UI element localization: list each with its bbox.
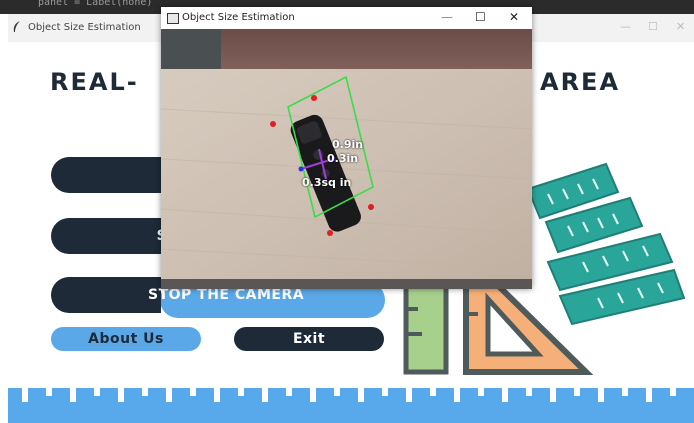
area-measurement: 0.3sq in	[302, 176, 352, 189]
exit-button[interactable]: Exit	[234, 327, 384, 351]
about-us-button[interactable]: About Us	[51, 327, 201, 351]
stop-camera-button-label: STOP THE CAMERA	[148, 287, 305, 303]
main-maximize-button[interactable]: ☐	[648, 20, 658, 33]
main-window-title: Object Size Estimation	[28, 22, 141, 33]
camera-close-button[interactable]: ✕	[509, 10, 519, 24]
camera-window-title: Object Size Estimation	[182, 12, 295, 23]
camera-minimize-button[interactable]: —	[441, 10, 453, 24]
camera-title-bar[interactable]: Object Size Estimation — ☐ ✕	[161, 7, 532, 29]
bottom-ruler-decoration	[8, 388, 694, 423]
app-heading-right: AREA	[540, 68, 621, 96]
exit-button-label: Exit	[292, 331, 326, 347]
about-us-button-label: About Us	[88, 331, 164, 347]
feather-icon	[13, 21, 20, 32]
width-measurement: 0.3in	[327, 152, 359, 165]
app-heading-left: REAL-	[50, 68, 139, 96]
length-measurement: 0.9in	[332, 138, 364, 151]
window-icon	[167, 13, 179, 24]
camera-maximize-button[interactable]: ☐	[475, 10, 486, 24]
camera-window: Object Size Estimation — ☐ ✕ 0.9in 0.3in…	[161, 7, 532, 289]
background-code-text: panel = Label(none)	[38, 0, 153, 8]
main-minimize-button[interactable]: —	[620, 20, 631, 33]
main-close-button[interactable]: ✕	[676, 20, 685, 33]
